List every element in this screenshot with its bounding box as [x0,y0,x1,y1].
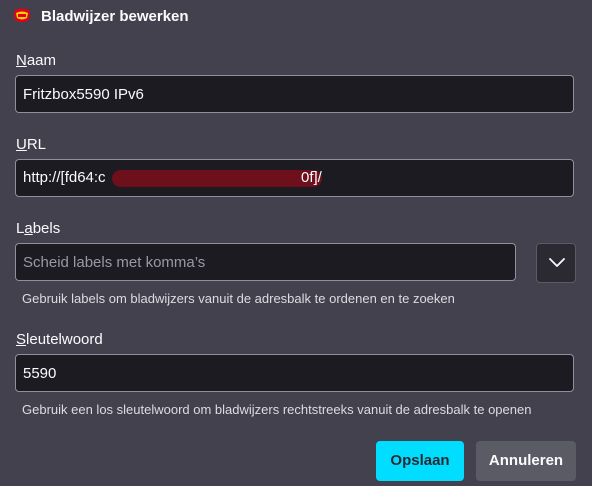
fritzbox-favicon-icon [12,7,32,25]
dialog-title: Bladwijzer bewerken [41,8,189,25]
save-button[interactable]: Opslaan [376,441,464,481]
keyword-input[interactable] [15,354,574,392]
edit-bookmark-dialog: Bladwijzer bewerken Naam URL http://[fd6… [0,0,592,486]
labels-dropdown-button[interactable] [536,243,576,283]
labels-hint: Gebruik labels om bladwijzers vanuit de … [22,291,455,306]
chevron-down-icon [549,258,565,267]
keyword-hint: Gebruik een los sleutelwoord om bladwijz… [22,402,532,417]
keyword-label: Sleutelwoord [16,331,103,348]
labels-label: Labels [16,220,61,237]
redaction-mark [112,170,322,187]
labels-input[interactable] [15,243,516,281]
url-input[interactable]: http://[fd64:c 0f]/ [15,159,574,197]
url-value-end: 0f]/ [301,169,322,186]
url-label: URL [16,136,47,153]
dialog-titlebar: Bladwijzer bewerken [0,0,592,36]
url-value-start: http://[fd64:c [23,169,106,186]
name-input[interactable] [15,75,574,113]
name-label: Naam [16,52,57,69]
cancel-button[interactable]: Annuleren [476,441,576,481]
